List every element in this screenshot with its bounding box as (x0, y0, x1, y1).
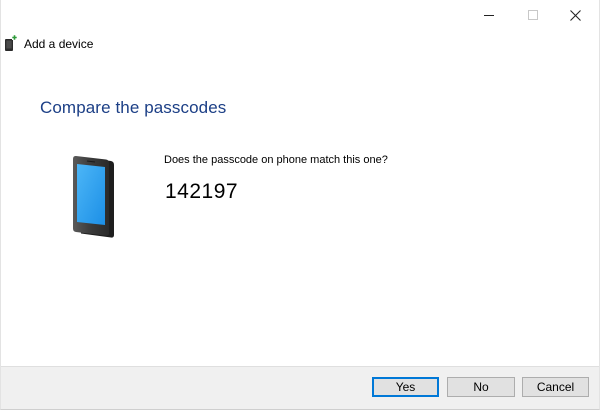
window-title: Add a device (24, 37, 94, 51)
cancel-button[interactable]: Cancel (522, 377, 589, 397)
minimize-button[interactable] (467, 0, 511, 30)
yes-button[interactable]: Yes (372, 377, 439, 397)
close-button[interactable] (553, 0, 597, 30)
close-icon (569, 9, 581, 21)
minimize-icon (484, 15, 494, 16)
add-device-window: Add a device Compare the passcodes Does … (0, 0, 600, 410)
dialog-footer: Yes No Cancel (1, 366, 599, 409)
page-heading: Compare the passcodes (40, 98, 227, 117)
maximize-button[interactable] (511, 0, 555, 30)
no-button[interactable]: No (447, 377, 515, 397)
window-header: Add a device (4, 35, 93, 53)
maximize-icon (528, 10, 538, 20)
passcode-value: 142197 (165, 180, 239, 203)
passcode-question: Does the passcode on phone match this on… (164, 154, 388, 166)
phone-icon (73, 155, 114, 238)
add-device-icon (5, 35, 17, 51)
